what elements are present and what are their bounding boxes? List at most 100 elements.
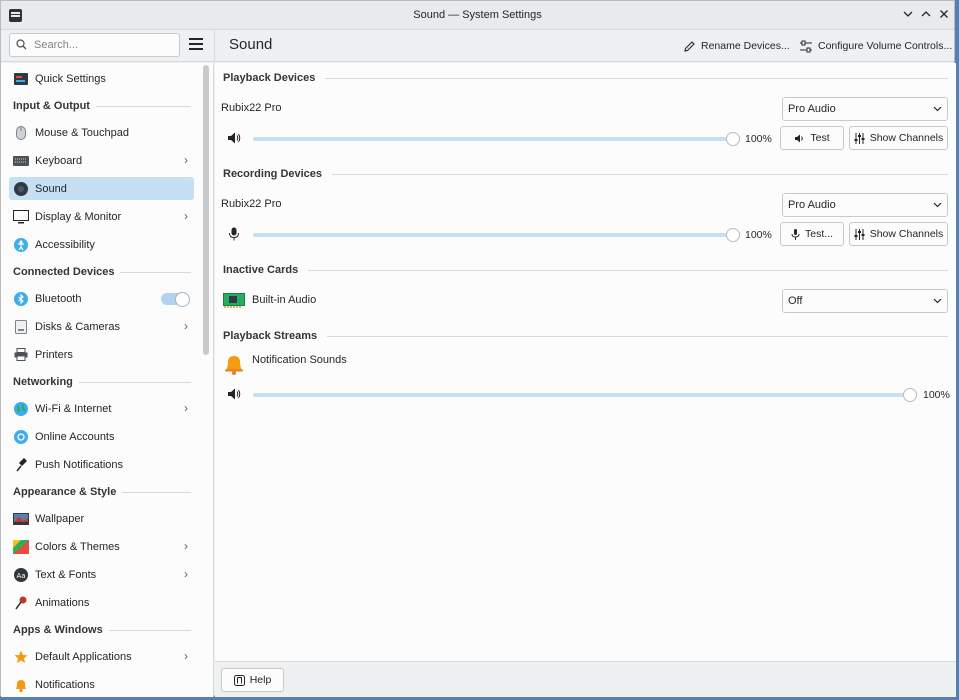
window-title: Sound — System Settings xyxy=(413,9,542,21)
sidebar-item-printers[interactable]: Printers xyxy=(9,343,194,366)
sidebar-item-wifi-internet[interactable]: Wi-Fi & Internet › xyxy=(9,397,194,420)
inactive-card-profile-select[interactable]: Off xyxy=(782,289,948,313)
bluetooth-icon xyxy=(13,291,29,307)
sidebar-item-label: Wallpaper xyxy=(35,512,85,525)
sidebar-scrollbar[interactable] xyxy=(203,65,209,355)
speaker-icon[interactable] xyxy=(227,131,241,148)
playback-profile-select[interactable]: Pro Audio xyxy=(782,97,948,121)
sidebar: Quick Settings Input & Output Mouse & To… xyxy=(1,63,214,697)
chevron-down-icon xyxy=(933,290,942,321)
chevron-right-icon: › xyxy=(184,539,188,553)
configure-volume-controls-button[interactable]: Configure Volume Controls... xyxy=(799,38,952,54)
slider-handle[interactable] xyxy=(726,228,740,242)
chevron-down-icon xyxy=(933,194,942,225)
hamburger-menu-icon[interactable] xyxy=(189,38,203,50)
recording-show-channels-button[interactable]: Show Channels xyxy=(849,222,948,246)
sidebar-item-keyboard[interactable]: Keyboard › xyxy=(9,149,194,172)
sidebar-item-mouse-touchpad[interactable]: Mouse & Touchpad xyxy=(9,121,194,144)
animations-icon xyxy=(13,595,29,611)
section-appearance-style: Appearance & Style xyxy=(13,486,191,498)
playback-show-channels-button[interactable]: Show Channels xyxy=(849,126,948,150)
playback-show-channels-label: Show Channels xyxy=(869,132,944,144)
recording-profile-select[interactable]: Pro Audio xyxy=(782,193,948,217)
chevron-right-icon: › xyxy=(184,153,188,167)
chevron-right-icon: › xyxy=(184,401,188,415)
sidebar-item-label: Wi-Fi & Internet xyxy=(35,402,112,415)
pencil-icon xyxy=(684,40,695,52)
printer-icon xyxy=(13,347,29,363)
playback-test-button[interactable]: Test xyxy=(780,126,844,150)
inactive-cards-heading: Inactive Cards xyxy=(223,264,948,276)
section-input-output: Input & Output xyxy=(13,100,191,112)
chevron-right-icon: › xyxy=(184,649,188,663)
section-connected-devices: Connected Devices xyxy=(13,266,191,278)
help-button[interactable]: Help xyxy=(221,668,284,692)
bell-icon xyxy=(13,677,29,693)
recording-test-label: Test... xyxy=(804,228,833,240)
slider-track xyxy=(253,393,911,397)
sidebar-item-sound[interactable]: Sound xyxy=(9,177,194,200)
channels-icon xyxy=(854,132,865,144)
minimize-icon[interactable] xyxy=(900,7,916,23)
microphone-icon[interactable] xyxy=(228,227,240,244)
section-networking: Networking xyxy=(13,376,191,388)
sidebar-item-label: Default Applications xyxy=(35,650,132,663)
quick-settings-icon xyxy=(13,71,29,87)
page-title: Sound xyxy=(229,36,273,53)
sidebar-item-label: Animations xyxy=(35,596,90,609)
sidebar-item-label: Push Notifications xyxy=(35,458,124,471)
speaker-icon[interactable] xyxy=(227,387,241,404)
sidebar-item-colors-themes[interactable]: Colors & Themes › xyxy=(9,535,194,558)
slider-track xyxy=(253,137,734,141)
sidebar-item-quick-settings[interactable]: Quick Settings xyxy=(9,67,194,90)
sidebar-item-text-fonts[interactable]: Aa Text & Fonts › xyxy=(9,563,194,586)
recording-profile-value: Pro Audio xyxy=(788,199,836,211)
stream-volume-percent: 100% xyxy=(923,389,950,401)
rename-devices-button[interactable]: Rename Devices... xyxy=(683,38,790,54)
sidebar-item-animations[interactable]: Animations xyxy=(9,591,194,614)
sidebar-item-online-accounts[interactable]: Online Accounts xyxy=(9,425,194,448)
bluetooth-toggle[interactable] xyxy=(161,292,190,307)
sound-icon xyxy=(13,181,29,197)
speaker-icon xyxy=(795,134,804,142)
sidebar-item-notifications[interactable]: Notifications xyxy=(9,673,194,696)
star-icon xyxy=(13,649,29,665)
accessibility-icon xyxy=(13,237,29,253)
playback-test-label: Test xyxy=(810,132,830,144)
chevron-down-icon xyxy=(933,98,942,129)
mouse-icon xyxy=(13,125,29,141)
stream-volume-slider[interactable] xyxy=(253,388,917,402)
sidebar-item-label: Quick Settings xyxy=(35,72,106,85)
sidebar-item-push-notifications[interactable]: Push Notifications xyxy=(9,453,194,476)
playback-volume-slider[interactable] xyxy=(253,132,740,146)
maximize-icon[interactable] xyxy=(918,7,934,23)
sidebar-item-accessibility[interactable]: Accessibility xyxy=(9,233,194,256)
recording-test-button[interactable]: Test... xyxy=(780,222,844,246)
search-icon xyxy=(16,39,27,50)
search-input[interactable] xyxy=(32,37,172,53)
slider-handle[interactable] xyxy=(726,132,740,146)
header-divider xyxy=(214,30,215,62)
recording-volume-slider[interactable] xyxy=(253,228,740,242)
close-icon[interactable] xyxy=(936,7,952,23)
settings-window: Sound — System Settings Sound Rename Dev… xyxy=(0,0,956,697)
chevron-right-icon: › xyxy=(184,209,188,223)
recording-devices-heading: Recording Devices xyxy=(223,168,948,180)
keyboard-icon xyxy=(13,153,29,169)
sidebar-item-label: Display & Monitor xyxy=(35,210,122,223)
sliders-icon xyxy=(800,40,812,52)
title-bar: Sound — System Settings xyxy=(1,1,954,30)
search-box[interactable] xyxy=(9,33,180,57)
sidebar-item-label: Online Accounts xyxy=(35,430,115,443)
sidebar-item-bluetooth[interactable]: Bluetooth xyxy=(9,287,194,310)
sidebar-item-wallpaper[interactable]: Wallpaper xyxy=(9,507,194,530)
sidebar-item-display-monitor[interactable]: Display & Monitor › xyxy=(9,205,194,228)
slider-handle[interactable] xyxy=(903,388,917,402)
recording-volume-percent: 100% xyxy=(745,229,772,241)
sound-content-panel: Playback Devices Rubix22 Pro Pro Audio 1… xyxy=(215,63,956,661)
sidebar-item-label: Printers xyxy=(35,348,73,361)
sidebar-item-label: Bluetooth xyxy=(35,292,82,305)
online-accounts-icon xyxy=(13,429,29,445)
sidebar-item-default-applications[interactable]: Default Applications › xyxy=(9,645,194,668)
sidebar-item-disks-cameras[interactable]: Disks & Cameras › xyxy=(9,315,194,338)
